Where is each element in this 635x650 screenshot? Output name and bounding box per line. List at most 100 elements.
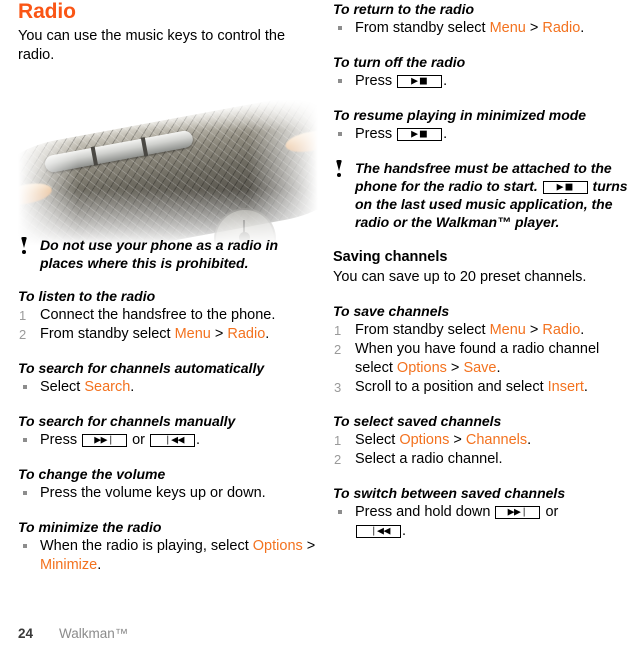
bullet-marker <box>23 385 27 389</box>
next-track-key-icon: ▶▶❘ <box>495 506 541 519</box>
bullet-marker <box>338 132 342 136</box>
key-divider <box>140 137 149 157</box>
menu-path-item[interactable]: Options <box>397 360 447 376</box>
menu-path-item[interactable]: Options <box>399 432 449 448</box>
menu-path-item[interactable]: Menu <box>490 322 526 338</box>
list-item: Press ▶▶❘ or ❘◀◀. <box>18 431 318 450</box>
bullet-text-end: . <box>97 557 102 573</box>
step-number: 2 <box>334 452 342 467</box>
menu-path-item[interactable]: Insert <box>548 379 584 395</box>
heading-turn-off-radio: To turn off the radio <box>333 54 466 70</box>
play-stop-key-icon: ▶■ <box>397 75 443 88</box>
left-column: Radio You can use the music keys to cont… <box>18 0 318 575</box>
step-number: 2 <box>19 327 27 342</box>
step-text: Select a radio channel. <box>355 451 503 467</box>
menu-path-item[interactable]: Radio <box>227 326 265 342</box>
list-item: 2 From standby select Menu > Radio. <box>18 325 318 344</box>
bullets-resume-minimized: Press ▶■. <box>333 125 633 144</box>
note-text: Do not use your phone as a radio in plac… <box>40 237 279 271</box>
bullet-text: Press <box>40 432 82 448</box>
bullet-text-end: . <box>402 523 407 539</box>
page-title: Radio <box>18 0 76 23</box>
next-track-key-icon: ▶▶❘ <box>82 434 128 447</box>
bullet-text-end: . <box>443 126 448 142</box>
bullet-text-end: . <box>580 20 585 36</box>
bullet-marker <box>23 544 27 548</box>
play-stop-key-icon: ▶■ <box>397 128 443 141</box>
play-stop-key-icon: ▶■ <box>542 181 588 194</box>
list-item: Press the volume keys up or down. <box>18 484 318 503</box>
bullet-marker <box>338 26 342 30</box>
path-separator: > <box>525 322 543 338</box>
bullets-search-auto: Select Search. <box>18 378 318 397</box>
steps-to-save-channels: 1 From standby select Menu > Radio. 2 Wh… <box>333 321 633 397</box>
bullet-text: Press <box>355 73 397 89</box>
bullet-text: Press <box>355 126 397 142</box>
list-item: 3 Scroll to a position and select Insert… <box>333 378 633 397</box>
exclamation-icon <box>20 237 28 255</box>
path-separator: > <box>525 20 543 36</box>
bullets-minimize-radio: When the radio is playing, select Option… <box>18 537 318 575</box>
menu-path-item[interactable]: Save <box>463 360 496 376</box>
path-separator: > <box>446 360 464 376</box>
step-text-end: . <box>265 326 270 342</box>
step-number: 1 <box>334 433 342 448</box>
list-item: Press ▶■. <box>333 125 633 144</box>
heading-to-save-channels: To save channels <box>333 303 450 319</box>
heading-switch-saved-channels: To switch between saved channels <box>333 485 566 501</box>
exclamation-icon <box>335 160 343 178</box>
list-item: Select Search. <box>18 378 318 397</box>
page-footer: 24 Walkman™ <box>18 625 128 642</box>
step-number: 1 <box>19 308 27 323</box>
menu-path-item[interactable]: Radio <box>542 322 580 338</box>
menu-path-item[interactable]: Menu <box>490 20 526 36</box>
bullet-marker <box>338 510 342 514</box>
heading-search-manual: To search for channels manually <box>18 413 236 429</box>
menu-path-item[interactable]: Minimize <box>40 557 97 573</box>
path-separator: > <box>302 538 316 554</box>
list-item: 1 Connect the handsfree to the phone. <box>18 306 318 325</box>
heading-saving-channels: Saving channels <box>333 249 448 265</box>
list-item: 2 When you have found a radio channel se… <box>333 340 633 378</box>
bullet-text: From standby select <box>355 20 490 36</box>
path-separator: > <box>449 432 466 448</box>
saving-channels-text: You can save up to 20 preset channels. <box>333 269 587 285</box>
bullet-text: Press and hold down <box>355 504 495 520</box>
key-divider <box>90 146 99 166</box>
bullets-search-manual: Press ▶▶❘ or ❘◀◀. <box>18 431 318 450</box>
heading-minimize-radio: To minimize the radio <box>18 519 162 535</box>
bullet-marker <box>23 491 27 495</box>
list-item: Press ▶■. <box>333 72 633 91</box>
list-item: From standby select Menu > Radio. <box>333 19 633 38</box>
list-item: When the radio is playing, select Option… <box>18 537 318 575</box>
step-text: From standby select <box>355 322 490 338</box>
note-do-not-use: Do not use your phone as a radio in plac… <box>18 236 318 272</box>
steps-to-listen: 1 Connect the handsfree to the phone. 2 … <box>18 306 318 344</box>
note-handsfree-required: The handsfree must be attached to the ph… <box>333 159 633 231</box>
menu-path-item[interactable]: Options <box>253 538 303 554</box>
bullet-marker <box>338 79 342 83</box>
footer-section-name: Walkman™ <box>59 626 129 641</box>
step-text-end: . <box>496 360 501 376</box>
step-text: Connect the handsfree to the phone. <box>40 307 276 323</box>
step-text: From standby select <box>40 326 175 342</box>
steps-select-saved-channels: 1 Select Options > Channels. 2 Select a … <box>333 431 633 469</box>
bullets-switch-saved-channels: Press and hold down ▶▶❘ or ❘◀◀. <box>333 503 633 541</box>
list-item: Press and hold down ▶▶❘ or ❘◀◀. <box>333 503 633 541</box>
bullets-change-volume: Press the volume keys up or down. <box>18 484 318 503</box>
menu-path-item[interactable]: Channels <box>466 432 527 448</box>
bullet-text-end: . <box>130 379 135 395</box>
step-text: Select <box>355 432 400 448</box>
previous-track-key-icon: ❘◀◀ <box>356 525 401 538</box>
step-number: 2 <box>334 342 342 357</box>
step-text-end: . <box>583 379 588 395</box>
heading-to-listen: To listen to the radio <box>18 288 156 304</box>
heading-return-to-radio: To return to the radio <box>333 1 475 17</box>
bullet-text: Press the volume keys up or down. <box>40 485 266 501</box>
menu-path-item[interactable]: Radio <box>542 20 580 36</box>
menu-path-item[interactable]: Search <box>84 379 130 395</box>
path-separator: > <box>210 326 228 342</box>
bullet-text-end: . <box>196 432 201 448</box>
menu-path-item[interactable]: Menu <box>175 326 211 342</box>
step-number: 1 <box>334 323 342 338</box>
